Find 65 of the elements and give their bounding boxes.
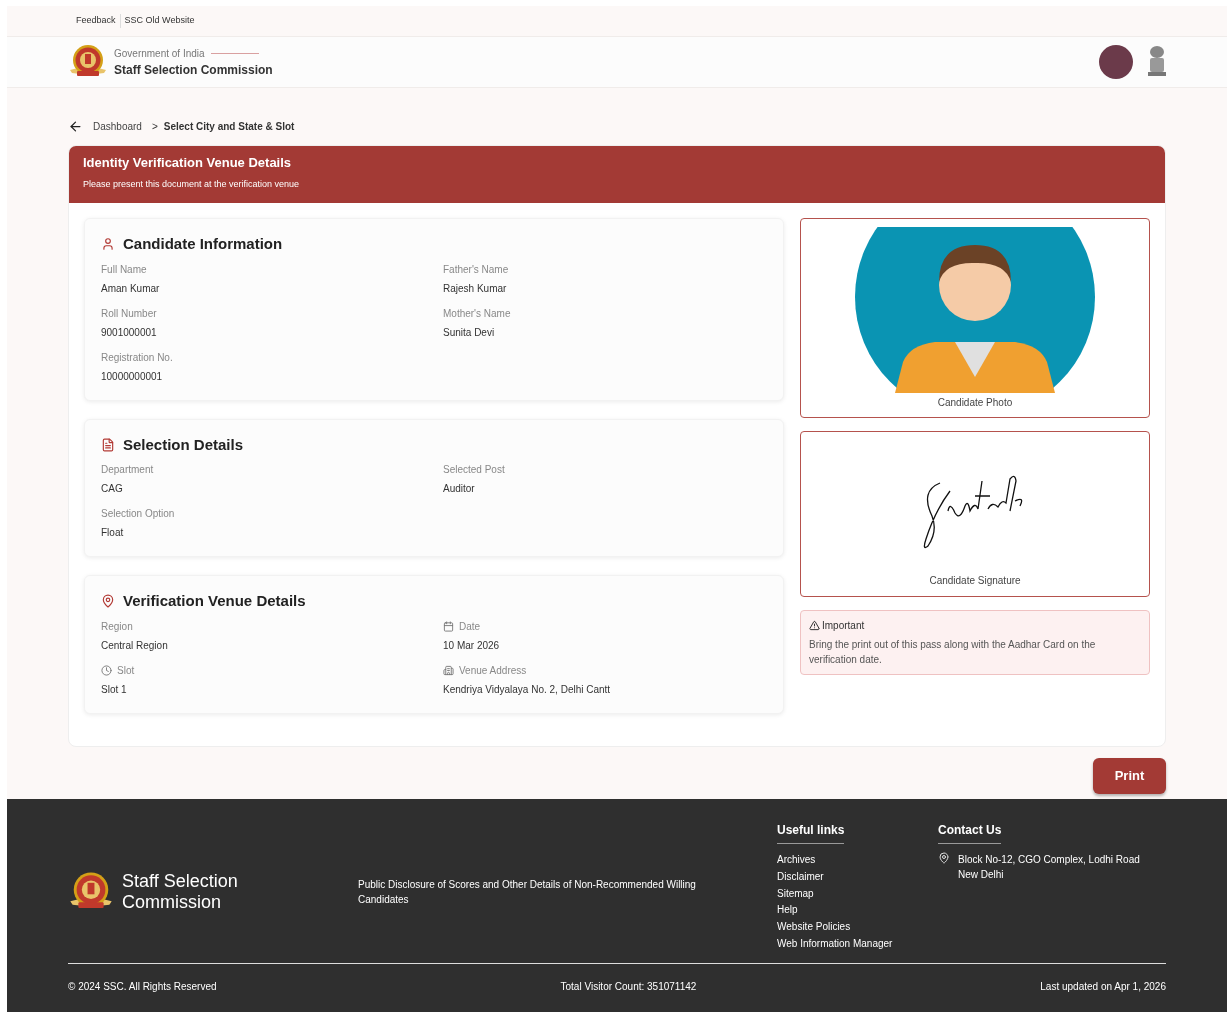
profile-photo-placeholder[interactable] xyxy=(1099,45,1133,79)
field-value: Auditor xyxy=(443,482,476,496)
banner-subtitle: Please present this document at the verification venue xyxy=(83,177,301,191)
address-line: New Delhi xyxy=(958,868,1005,882)
field-label: Father's Name xyxy=(443,262,509,277)
person-icon xyxy=(101,237,115,252)
location-pin-icon xyxy=(938,852,950,864)
field-label: Selected Post xyxy=(443,463,505,477)
field-value: Rajesh Kumar xyxy=(443,281,508,296)
field-label: Mother's Name xyxy=(443,306,511,321)
field-value: Aman Kumar xyxy=(101,281,161,296)
visitor-count: Total Visitor Count: 351071142 xyxy=(560,980,697,994)
header-subtitle: Government of India xyxy=(114,46,205,61)
breadcrumb-separator: > xyxy=(151,119,158,134)
clock-icon xyxy=(101,664,112,676)
field-label: Venue Address xyxy=(459,663,527,678)
field-value: Central Region xyxy=(101,638,169,653)
address-line: Block No-12, CGO Complex, Lodhi Road xyxy=(958,853,1140,867)
footer-link[interactable]: Website Policies xyxy=(777,919,851,936)
field-value: Float xyxy=(101,526,125,540)
banner-title: Identity Verification Venue Details xyxy=(83,154,293,172)
disclosure-link[interactable]: Public Disclosure of Scores and Other Details of Non-Recommended Willing Candidates xyxy=(358,877,748,907)
field-value: 10000000001 xyxy=(101,369,164,384)
field-label: Region xyxy=(101,619,133,634)
footer-brand: Staff Selection Commission xyxy=(122,871,239,913)
section-title: Candidate Information xyxy=(123,234,283,254)
document-icon xyxy=(101,437,115,452)
field-label: Date xyxy=(459,619,481,634)
photo-caption: Candidate Photo xyxy=(937,396,1013,410)
field-value: 10 Mar 2026 xyxy=(443,638,501,653)
top-link[interactable]: SSC Old Website xyxy=(119,14,199,28)
footer-link[interactable]: Help xyxy=(777,902,798,920)
top-link[interactable]: Feedback xyxy=(72,14,120,28)
field-label: Slot xyxy=(117,663,135,678)
field-label: Registration No. xyxy=(101,350,173,365)
contact-title: Contact Us xyxy=(938,821,1002,844)
field-label: Selection Option xyxy=(101,507,175,521)
notice-title: Important xyxy=(822,619,865,633)
field-label: Department xyxy=(101,463,154,477)
useful-links-title: Useful links xyxy=(777,821,845,844)
header-title: Staff Selection Commission xyxy=(114,61,273,79)
field-value: Sunita Devi xyxy=(443,325,496,340)
section-title: Selection Details xyxy=(123,434,244,455)
field-label: Full Name xyxy=(101,262,147,277)
last-updated: Last updated on Apr 1, 2026 xyxy=(1040,980,1166,994)
breadcrumb-current: Select City and State & Slot xyxy=(163,119,295,134)
field-value: Slot 1 xyxy=(101,682,128,697)
footer-link[interactable]: Disclaimer xyxy=(777,868,824,886)
section-title: Verification Venue Details xyxy=(123,591,306,611)
location-pin-icon xyxy=(101,594,115,609)
field-value: Kendriya Vidyalaya No. 2, Delhi Cantt xyxy=(443,682,612,697)
signature-caption: Candidate Signature xyxy=(929,574,1021,588)
warning-icon xyxy=(809,620,820,631)
building-icon xyxy=(443,664,454,676)
footer-link[interactable]: Sitemap xyxy=(777,885,814,903)
footer-link[interactable]: Web Information Manager xyxy=(777,936,893,953)
footer-link[interactable]: Archives xyxy=(777,852,816,869)
notice-text: Bring the print out of this pass along with the Aadhar Card on the verification date. xyxy=(809,638,1097,667)
breadcrumb-link[interactable]: Dashboard xyxy=(93,118,142,134)
calendar-icon xyxy=(443,620,454,632)
field-label: Roll Number xyxy=(101,306,157,321)
field-value: 9001000001 xyxy=(101,325,158,340)
field-value: CAG xyxy=(101,482,124,496)
copyright: © 2024 SSC. All Rights Reserved xyxy=(68,980,217,994)
print-button[interactable]: Print xyxy=(1093,757,1166,794)
